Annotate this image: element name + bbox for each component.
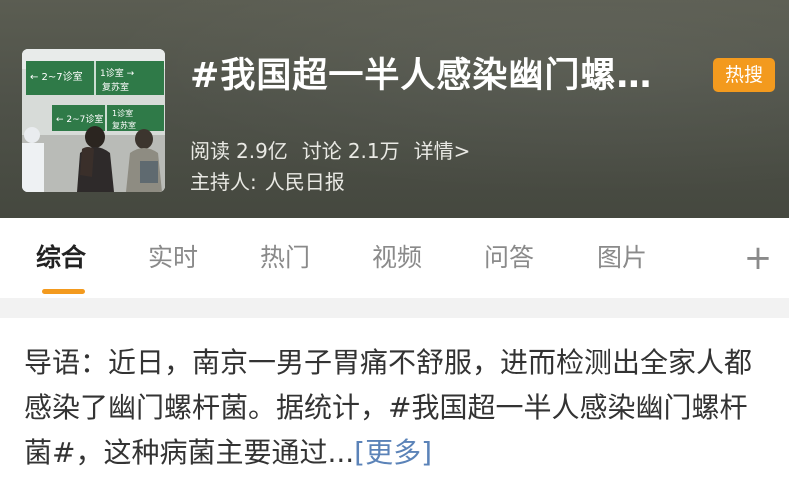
tab-hot[interactable]: 热门 xyxy=(260,238,310,278)
host-label: 主持人: xyxy=(190,169,257,194)
topic-cover-image[interactable]: ← 2~7诊室 1诊室 → 复苏室 ← 2~7诊室 1诊室 复苏室 xyxy=(22,49,165,192)
cover-sign-text-3: 复苏室 xyxy=(102,81,129,93)
detail-link[interactable]: 详情> xyxy=(414,135,471,164)
topic-title: #我国超一半人感染幽门螺… xyxy=(190,56,653,96)
discuss-count-label: 讨论 xyxy=(301,138,342,163)
hospital-corridor-image: ← 2~7诊室 1诊室 → 复苏室 ← 2~7诊室 1诊室 复苏室 xyxy=(22,49,165,192)
tab-images[interactable]: 图片 xyxy=(597,238,647,278)
discuss-count: 讨论 2.1万 xyxy=(302,135,400,164)
cover-sign-text-1: ← 2~7诊室 xyxy=(30,70,83,83)
cover-sign-text-6: 复苏室 xyxy=(112,120,136,130)
cover-sign-text-2: 1诊室 → xyxy=(100,67,135,79)
read-count-label: 阅读 xyxy=(190,138,230,163)
read-count-value: 2.9亿 xyxy=(236,138,288,163)
more-link[interactable]: [更多] xyxy=(354,436,432,469)
tab-video[interactable]: 视频 xyxy=(372,238,422,278)
discuss-count-value: 2.1万 xyxy=(347,138,400,163)
topic-tab-bar: 综合 实时 热门 视频 问答 图片 + xyxy=(0,218,789,298)
tab-qa[interactable]: 问答 xyxy=(484,238,534,278)
tab-realtime[interactable]: 实时 xyxy=(148,238,198,278)
host-name-link[interactable]: 人民日报 xyxy=(265,166,345,195)
section-divider xyxy=(0,298,789,318)
topic-host: 主持人: 人民日报 xyxy=(190,164,345,196)
tab-comprehensive[interactable]: 综合 xyxy=(36,238,86,278)
plus-icon[interactable]: + xyxy=(743,238,773,278)
topic-header: ← 2~7诊室 1诊室 → 复苏室 ← 2~7诊室 1诊室 复苏室 #我国超一半… xyxy=(0,0,789,218)
topic-stats: 阅读 2.9亿 讨论 2.1万 详情> xyxy=(190,133,470,165)
topic-intro: 导语：近日，南京一男子胃痛不舒服，进而检测出全家人都感染了幽门螺杆菌。据统计，#… xyxy=(24,340,774,475)
cover-sign-text-5: 1诊室 xyxy=(112,108,133,118)
hot-badge: 热搜 xyxy=(713,58,775,92)
read-count: 阅读 2.9亿 xyxy=(190,135,288,164)
cover-sign-text-4: ← 2~7诊室 xyxy=(56,113,103,125)
active-tab-indicator xyxy=(42,289,85,294)
